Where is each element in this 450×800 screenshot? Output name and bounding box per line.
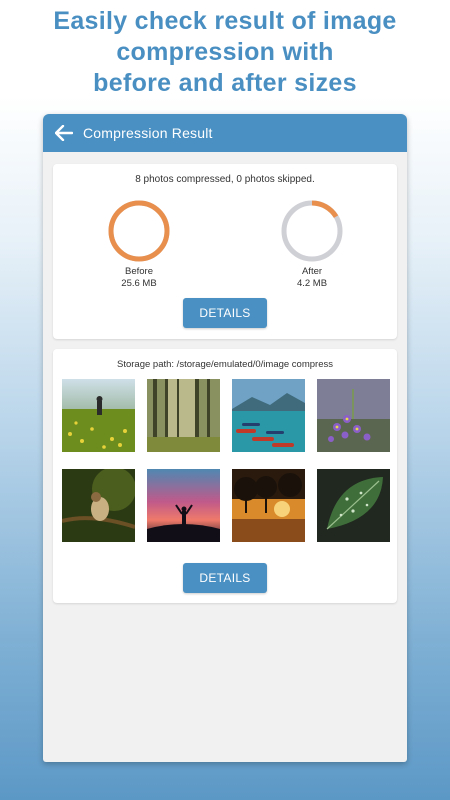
before-size-label: Before 25.6 MB [89, 266, 189, 290]
thumbnail-person-at-sunset[interactable] [147, 469, 220, 542]
after-size-value: 4.2 MB [296, 278, 328, 289]
headline-line-2: compression with [116, 38, 334, 66]
details-button[interactable]: DETAILS [183, 298, 267, 328]
details-button-storage[interactable]: DETAILS [183, 563, 267, 593]
promo-headline: Easily check result of image compression… [0, 6, 450, 99]
arrow-left-icon[interactable] [53, 122, 75, 144]
after-label: After [301, 266, 323, 277]
headline-line-1: Easily check result of image [53, 7, 397, 35]
thumbnail-trees-at-sunset[interactable] [232, 469, 305, 542]
screen-title: Compression Result [83, 125, 213, 141]
storage-card: Storage path: /storage/emulated/0/image … [53, 349, 397, 603]
before-size-arc [108, 200, 170, 262]
compression-summary: 8 photos compressed, 0 photos skipped. [135, 174, 315, 185]
after-size-label: After 4.2 MB [262, 266, 362, 290]
thumbnail-girl-in-meadow[interactable] [62, 379, 135, 452]
before-label: Before [125, 266, 153, 277]
headline-line-3: before and after sizes [93, 69, 357, 97]
thumbnail-lake-boats[interactable] [232, 379, 305, 452]
thumbnail-bird-on-branch[interactable] [62, 469, 135, 542]
storage-path: Storage path: /storage/emulated/0/image … [117, 359, 333, 370]
app-screen: Compression Result 8 photos compressed, … [43, 114, 407, 762]
thumbnail-purple-flowers[interactable] [317, 379, 390, 452]
after-size-ring [281, 200, 343, 262]
thumbnail-leaf-with-raindrops[interactable] [317, 469, 390, 542]
app-bar: Compression Result [43, 114, 407, 152]
before-size-ring [108, 200, 170, 262]
thumbnail-forest-sunbeams[interactable] [147, 379, 220, 452]
before-size-value: 25.6 MB [121, 278, 157, 289]
result-card: 8 photos compressed, 0 photos skipped. B… [53, 164, 397, 339]
